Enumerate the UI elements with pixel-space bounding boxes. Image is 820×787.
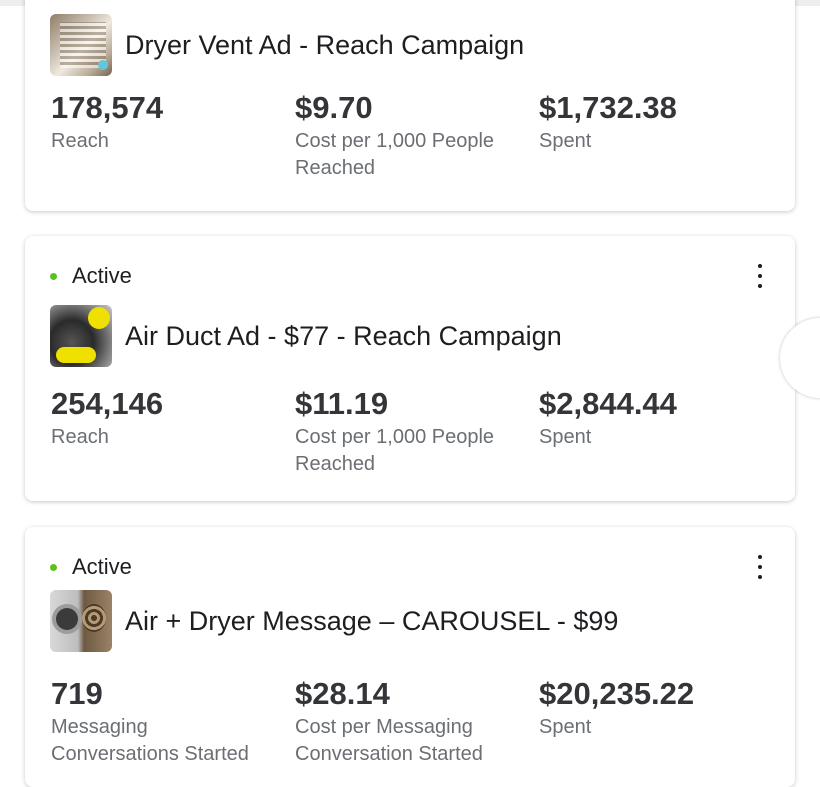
- metric-spent: $20,235.22 Spent: [539, 676, 783, 768]
- metric-label: Reach: [51, 130, 109, 152]
- metric-value: 254,146: [51, 386, 164, 421]
- status-label: Active: [72, 554, 132, 579]
- campaign-thumbnail[interactable]: [50, 590, 112, 652]
- campaign-title[interactable]: Dryer Vent Ad - Reach Campaign: [125, 30, 524, 61]
- campaign-card[interactable]: Dryer Vent Ad - Reach Campaign 178,574 R…: [25, 0, 795, 211]
- status-badge: Active: [50, 263, 132, 289]
- metric-label: Messaging Conversations Started: [51, 716, 249, 765]
- status-dot-icon: [50, 563, 57, 571]
- metric-value: $9.70: [295, 90, 373, 125]
- metric-cost: $11.19 Cost per 1,000 People Reached: [295, 386, 539, 478]
- metric-label: Spent: [539, 426, 592, 448]
- metric-label: Cost per 1,000 People Reached: [295, 130, 495, 179]
- campaign-metrics: 719 Messaging Conversations Started $28.…: [51, 676, 783, 768]
- campaign-title[interactable]: Air Duct Ad - $77 - Reach Campaign: [125, 321, 562, 352]
- metric-label: Spent: [539, 716, 592, 738]
- campaign-title[interactable]: Air + Dryer Message – CAROUSEL - $99: [125, 606, 618, 637]
- metric-messaging: 719 Messaging Conversations Started: [51, 676, 295, 768]
- metric-reach: 254,146 Reach: [51, 386, 295, 478]
- metric-value: $1,732.38: [539, 90, 677, 125]
- metric-label: Cost per 1,000 People Reached: [295, 426, 495, 475]
- metric-value: $20,235.22: [539, 676, 695, 711]
- metric-spent: $1,732.38 Spent: [539, 90, 783, 182]
- metric-cost: $9.70 Cost per 1,000 People Reached: [295, 90, 539, 182]
- metric-value: $11.19: [295, 386, 389, 421]
- campaign-thumbnail[interactable]: [50, 14, 112, 76]
- campaign-card[interactable]: Active Air + Dryer Message – CAROUSEL - …: [25, 527, 795, 787]
- campaign-header: Dryer Vent Ad - Reach Campaign: [50, 14, 524, 76]
- metric-value: 719: [51, 676, 103, 711]
- status-dot-icon: [50, 272, 57, 280]
- more-options-icon[interactable]: [750, 555, 770, 579]
- metric-cost: $28.14 Cost per Messaging Conversation S…: [295, 676, 539, 768]
- metric-value: $2,844.44: [539, 386, 677, 421]
- status-label: Active: [72, 263, 132, 288]
- metric-label: Spent: [539, 130, 592, 152]
- metric-spent: $2,844.44 Spent: [539, 386, 783, 478]
- more-options-icon[interactable]: [750, 264, 770, 288]
- campaign-metrics: 178,574 Reach $9.70 Cost per 1,000 Peopl…: [51, 90, 783, 182]
- metric-reach: 178,574 Reach: [51, 90, 295, 182]
- campaign-metrics: 254,146 Reach $11.19 Cost per 1,000 Peop…: [51, 386, 783, 478]
- campaign-header: Air + Dryer Message – CAROUSEL - $99: [50, 590, 618, 652]
- metric-label: Cost per Messaging Conversation Started: [295, 716, 483, 765]
- metric-value: $28.14: [295, 676, 390, 711]
- metric-value: 178,574: [51, 90, 164, 125]
- status-badge: Active: [50, 554, 132, 580]
- metric-label: Reach: [51, 426, 109, 448]
- campaign-header: Air Duct Ad - $77 - Reach Campaign: [50, 305, 562, 367]
- campaign-card[interactable]: Active Air Duct Ad - $77 - Reach Campaig…: [25, 236, 795, 501]
- campaign-thumbnail[interactable]: [50, 305, 112, 367]
